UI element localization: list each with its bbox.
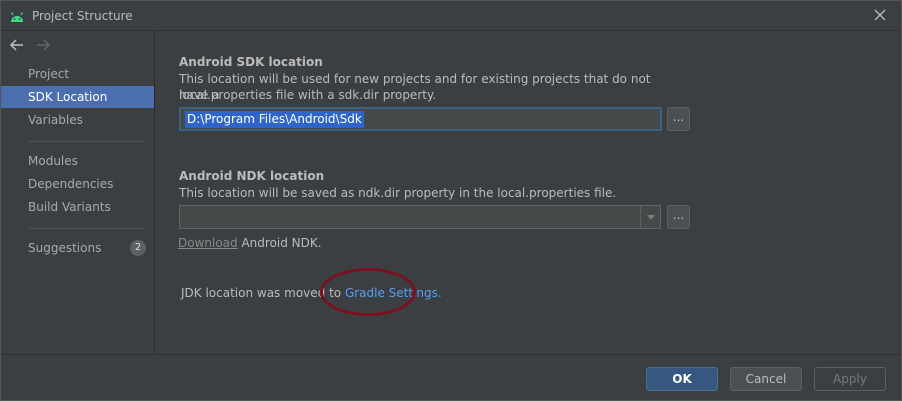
sdk-path-field[interactable]: D:\Program Files\Android\Sdk bbox=[179, 107, 662, 131]
sidebar-item-variables[interactable]: Variables bbox=[1, 109, 154, 131]
sidebar-divider bbox=[28, 228, 144, 229]
ndk-path-combobox[interactable] bbox=[179, 205, 661, 229]
sdk-browse-button[interactable]: ... bbox=[667, 107, 690, 131]
sdk-description-line2: local.properties file with a sdk.dir pro… bbox=[179, 88, 437, 102]
window-title: Project Structure bbox=[32, 9, 133, 23]
sidebar: Project SDK Location Variables Modules D… bbox=[1, 31, 155, 354]
sdk-path-value: D:\Program Files\Android\Sdk bbox=[185, 111, 364, 128]
sidebar-item-label: Modules bbox=[28, 154, 78, 168]
cancel-button[interactable]: Cancel bbox=[730, 367, 802, 391]
sidebar-divider bbox=[28, 141, 144, 142]
suggestions-count-badge: 2 bbox=[130, 240, 146, 256]
sidebar-item-label: Variables bbox=[28, 113, 83, 127]
sidebar-item-label: Build Variants bbox=[28, 200, 111, 214]
sidebar-item-suggestions[interactable]: Suggestions 2 bbox=[1, 237, 154, 259]
sidebar-item-modules[interactable]: Modules bbox=[1, 150, 154, 172]
combobox-dropdown[interactable] bbox=[640, 206, 660, 228]
sidebar-item-label: Project bbox=[28, 67, 70, 81]
ndk-section-title: Android NDK location bbox=[179, 169, 325, 183]
dialog-footer: OK Cancel Apply bbox=[1, 354, 901, 400]
title-bar: Project Structure bbox=[1, 1, 901, 31]
sidebar-item-project[interactable]: Project bbox=[1, 63, 154, 85]
download-ndk-suffix: Android NDK. bbox=[237, 236, 322, 250]
chevron-down-icon bbox=[647, 215, 655, 220]
sidebar-item-label: Dependencies bbox=[28, 177, 114, 191]
sidebar-item-sdk-location[interactable]: SDK Location bbox=[1, 86, 154, 108]
sidebar-item-label: SDK Location bbox=[28, 90, 108, 104]
sidebar-item-dependencies[interactable]: Dependencies bbox=[1, 173, 154, 195]
arrow-left-icon[interactable] bbox=[9, 37, 25, 53]
ndk-description: This location will be saved as ndk.dir p… bbox=[179, 186, 617, 200]
close-icon[interactable] bbox=[873, 8, 887, 22]
android-icon bbox=[10, 12, 24, 22]
download-ndk-line: Download Android NDK. bbox=[178, 236, 322, 250]
sidebar-item-label: Suggestions bbox=[28, 241, 102, 255]
ndk-browse-button[interactable]: ... bbox=[667, 205, 690, 229]
arrow-right-icon[interactable] bbox=[35, 37, 51, 53]
apply-button[interactable]: Apply bbox=[814, 367, 886, 391]
sidebar-item-build-variants[interactable]: Build Variants bbox=[1, 196, 154, 218]
sdk-section-title: Android SDK location bbox=[179, 55, 323, 69]
sdk-location-panel: Android SDK location This location will … bbox=[156, 31, 901, 354]
project-structure-dialog: Project Structure Project SDK Location V… bbox=[0, 0, 902, 401]
highlight-annotation-ellipse bbox=[320, 268, 416, 316]
download-ndk-link[interactable]: Download bbox=[178, 236, 238, 250]
ok-button[interactable]: OK bbox=[646, 367, 718, 391]
